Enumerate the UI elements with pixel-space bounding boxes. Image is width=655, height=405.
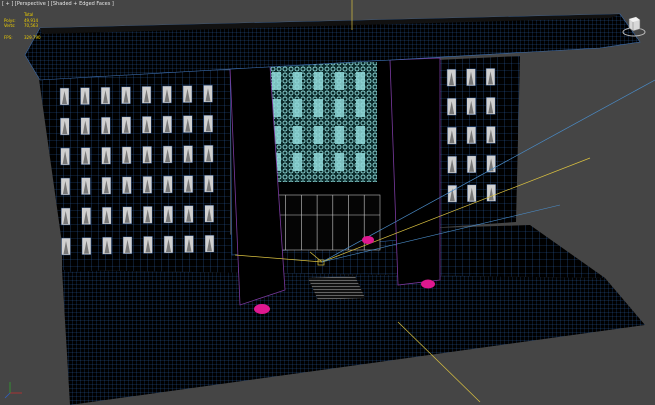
stats-value: 70,563 — [24, 23, 38, 29]
screen-panel — [314, 72, 323, 90]
screen-panel — [356, 153, 365, 171]
screen-panel — [293, 99, 302, 117]
marker-right[interactable] — [421, 279, 435, 289]
marker-left[interactable] — [254, 304, 270, 314]
screen-panel — [314, 153, 323, 171]
stats-key: Verts: — [4, 23, 16, 29]
viewcube-icon[interactable] — [621, 13, 647, 39]
stats-row: Verts: 70,563 — [4, 23, 41, 29]
screen-panel — [356, 126, 365, 144]
screen-panel — [335, 99, 344, 117]
stats-overlay: Total Polys: 49,914 Verts: 70,563 FPS: 329.… — [4, 12, 41, 40]
stats-rows: Polys: 49,914 Verts: 70,563 — [4, 18, 41, 29]
view-label[interactable]: [Perspective ] — [15, 1, 49, 7]
fps-value: 329.790 — [24, 34, 41, 40]
screen-panel — [314, 99, 323, 117]
floor-grate — [308, 276, 365, 300]
right-column — [389, 57, 441, 286]
fps-row: FPS: 329.790 — [4, 35, 41, 41]
screen-panel — [293, 126, 302, 144]
screen-panel — [335, 153, 344, 171]
viewport-label: [ + ] [Perspective ] [Shaded + Edged Fac… — [2, 1, 114, 7]
screen-panel — [293, 153, 302, 171]
screen-panel — [335, 72, 344, 90]
screen-panel — [293, 72, 302, 90]
scene-render — [4, 0, 655, 405]
viewport-menu-button[interactable]: [ + ] — [2, 1, 13, 7]
screen-panel — [314, 126, 323, 144]
fps-label: FPS: — [4, 34, 13, 40]
screen-panel — [356, 99, 365, 117]
screen-panel — [356, 72, 365, 90]
axis-z — [4, 392, 11, 399]
shading-label[interactable]: [Shaded + Edged Faces ] — [51, 1, 114, 7]
marker-center[interactable] — [362, 236, 374, 244]
perspective-viewport[interactable]: [ + ] [Perspective ] [Shaded + Edged Fac… — [0, 0, 655, 405]
screen-panel — [272, 72, 281, 90]
screen-panel — [335, 126, 344, 144]
